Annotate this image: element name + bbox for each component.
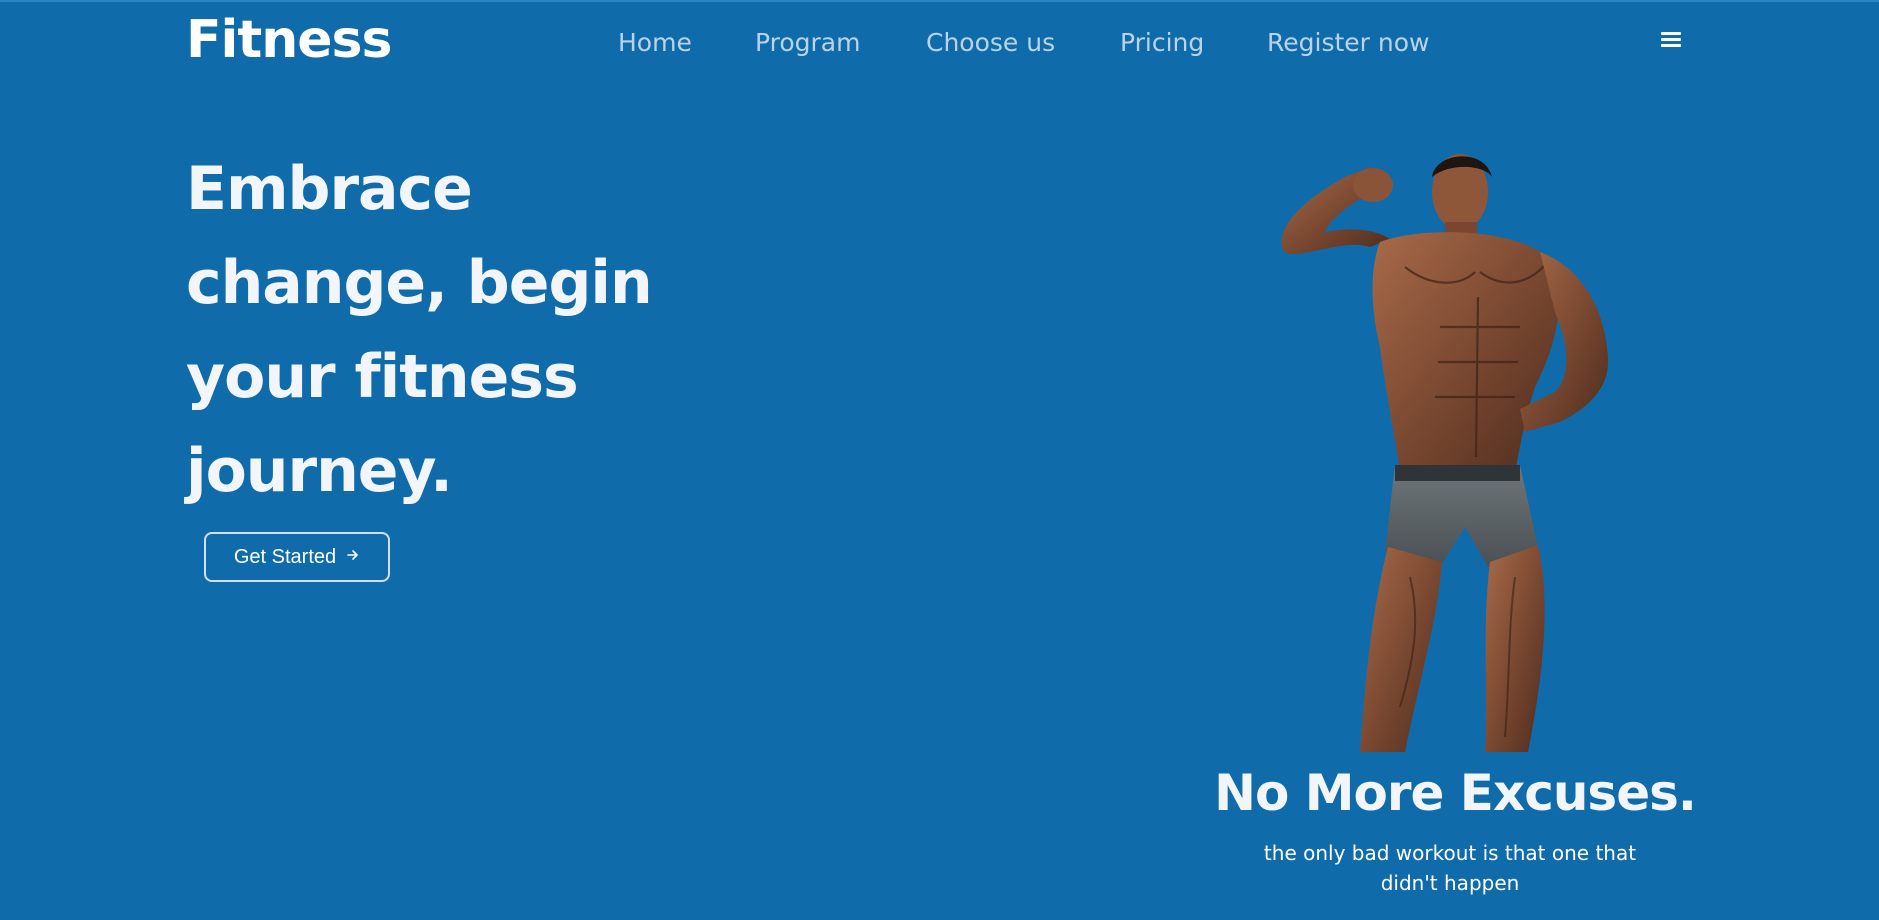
landing-page: Fitness Home Program Choose us Pricing R… (0, 0, 1879, 920)
hamburger-menu-icon[interactable] (1661, 32, 1681, 48)
nav-link-pricing[interactable]: Pricing (1120, 28, 1204, 57)
nav-link-choose-us[interactable]: Choose us (926, 28, 1055, 57)
nav-link-program[interactable]: Program (755, 28, 860, 57)
get-started-button[interactable]: Get Started (204, 532, 390, 582)
nav-link-register-now[interactable]: Register now (1267, 28, 1429, 57)
flexing-bodybuilder-image (1270, 147, 1640, 752)
showcase-headline: No More Excuses. (1214, 764, 1697, 822)
get-started-label: Get Started (233, 545, 337, 568)
brand-logo[interactable]: Fitness (186, 10, 392, 70)
nav-link-home[interactable]: Home (618, 28, 692, 57)
showcase-subline: the only bad workout is that one that di… (1263, 841, 1637, 895)
arrow-right-icon (346, 548, 360, 566)
hero-title: Embrace change, begin your fitness journ… (186, 154, 653, 506)
